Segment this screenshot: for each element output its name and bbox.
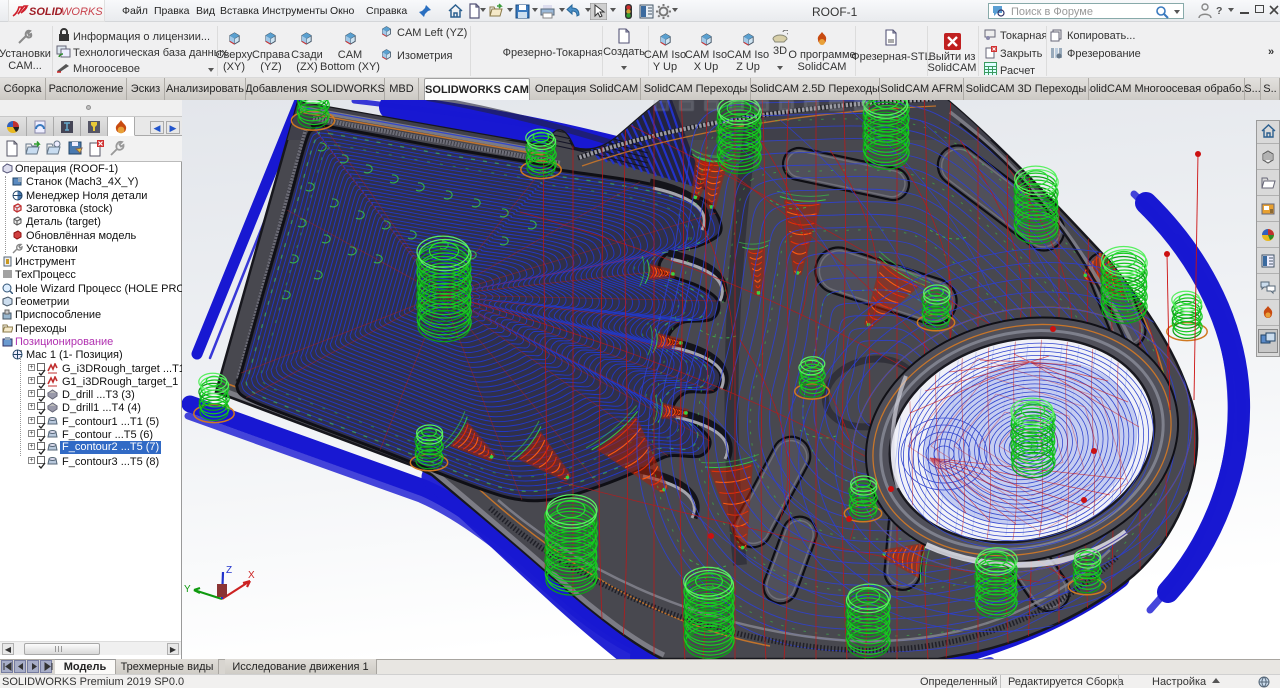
svg-text:SOLID: SOLID — [29, 6, 63, 18]
svg-text:WORKS: WORKS — [61, 6, 103, 18]
svg-text:Y: Y — [184, 584, 191, 595]
svg-text:Z: Z — [226, 565, 232, 576]
svg-text:X: X — [248, 570, 255, 581]
